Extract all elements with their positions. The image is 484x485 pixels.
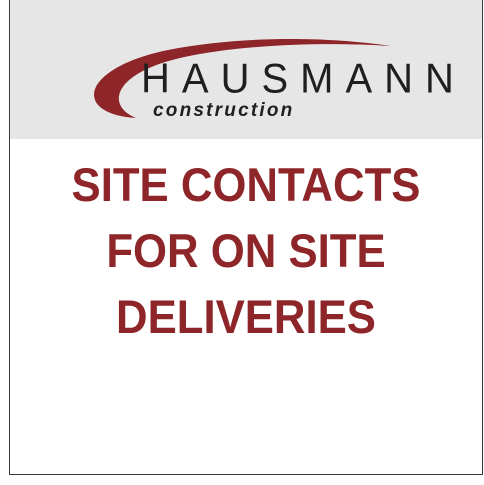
page: HAUSMANN construction SITE CONTACTS FOR … <box>0 0 484 485</box>
headline: SITE CONTACTS FOR ON SITE DELIVERIES <box>10 152 482 350</box>
headline-line-3: DELIVERIES <box>116 290 376 343</box>
brand-name: HAUSMANN <box>141 55 466 103</box>
sign-header: HAUSMANN construction <box>10 0 482 139</box>
headline-line-1: SITE CONTACTS <box>71 158 421 211</box>
brand-tagline: construction <box>153 100 295 121</box>
sign: HAUSMANN construction SITE CONTACTS FOR … <box>9 0 483 475</box>
headline-line-2: FOR ON SITE <box>106 224 386 277</box>
hausmann-logo: HAUSMANN construction <box>10 0 482 139</box>
